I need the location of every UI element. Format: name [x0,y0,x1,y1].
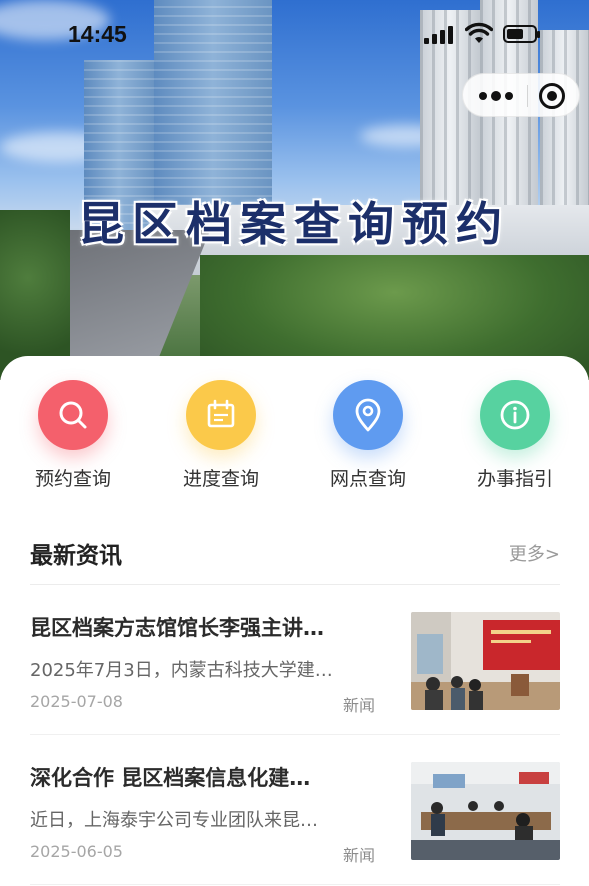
wifi-icon [465,22,493,43]
news-item-title: 昆区档案方志馆馆长李强主讲… [30,616,324,640]
hero-title: 昆区档案查询预约 [78,197,510,251]
quick-action-label: 网点查询 [329,468,406,490]
battery-icon [503,25,540,43]
quick-actions: 预约查询 进度查询 网点查询 办事指引 [0,380,589,500]
news-item[interactable]: 深化合作 昆区档案信息化建… 近日，上海泰宇公司专业团队来昆… 2025-06-… [30,762,560,882]
quick-action-label: 进度查询 [182,468,259,490]
news-item-summary: 2025年7月3日，内蒙古科技大学建… [30,660,333,681]
more-news-link[interactable]: 更多> [509,540,560,566]
divider [30,884,560,885]
news-thumbnail-image [411,612,560,710]
miniprogram-capsule [462,73,580,117]
news-item-tag: 新闻 [343,846,376,865]
search-icon [38,380,108,450]
quick-action-progress[interactable]: 进度查询 [166,380,276,491]
hero-banner: 昆区档案查询预约 14:45 [0,0,589,380]
news-item-date: 2025-06-05 [30,842,123,861]
news-section-title: 最新资讯 [30,543,122,569]
news-item[interactable]: 昆区档案方志馆馆长李强主讲… 2025年7月3日，内蒙古科技大学建… 2025-… [30,612,560,732]
close-miniprogram-icon[interactable] [539,83,565,109]
cellular-signal-icon [424,24,454,44]
calendar-icon [186,380,256,450]
news-item-summary: 近日，上海泰宇公司专业团队来昆… [30,810,318,831]
status-time: 14:45 [68,21,127,47]
news-item-tag: 新闻 [343,696,376,715]
location-pin-icon [333,380,403,450]
divider [30,584,560,585]
content-sheet: 预约查询 进度查询 网点查询 办事指引 最新资讯 更多> 昆区档案方志馆馆长李强… [0,356,589,886]
news-item-date: 2025-07-08 [30,692,123,711]
quick-action-appointment[interactable]: 预约查询 [18,380,128,491]
quick-action-outlets[interactable]: 网点查询 [313,380,423,491]
quick-action-label: 预约查询 [34,468,111,490]
divider [30,734,560,735]
news-thumbnail-image [411,762,560,860]
info-icon [480,380,550,450]
quick-action-label: 办事指引 [476,468,553,490]
news-header: 最新资讯 更多> [30,536,560,569]
quick-action-guide[interactable]: 办事指引 [460,380,570,491]
more-menu-icon[interactable] [479,88,515,104]
news-item-title: 深化合作 昆区档案信息化建… [30,766,311,790]
